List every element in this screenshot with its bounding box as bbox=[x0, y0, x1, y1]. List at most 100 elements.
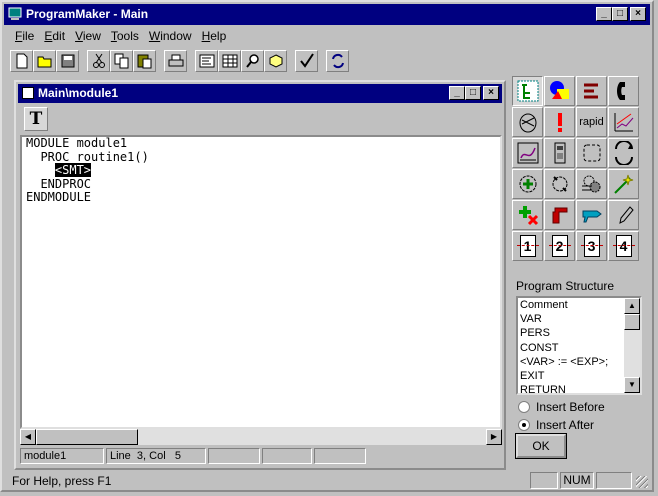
tree-icon[interactable] bbox=[512, 76, 543, 106]
code-editor[interactable]: MODULE module1 PROC routine1() <SMT> END… bbox=[20, 135, 502, 429]
selected-placeholder[interactable]: <SMT> bbox=[54, 163, 92, 177]
slot-2-label: 2 bbox=[548, 235, 571, 257]
print-icon[interactable] bbox=[164, 49, 187, 72]
paste-icon[interactable] bbox=[133, 49, 156, 72]
maximize-button[interactable]: □ bbox=[612, 7, 628, 21]
module-window-title: Main\module1 bbox=[38, 86, 119, 100]
gears-icon[interactable] bbox=[576, 169, 607, 199]
scroll-up-button[interactable]: ▲ bbox=[624, 298, 640, 314]
code-line-3-indent bbox=[26, 163, 55, 177]
exclamation-icon[interactable] bbox=[544, 107, 575, 137]
insert-before-radio[interactable]: Insert Before bbox=[518, 400, 605, 414]
resize-grip[interactable] bbox=[636, 476, 648, 488]
minimize-button[interactable]: _ bbox=[596, 7, 612, 21]
device-icon[interactable] bbox=[544, 138, 575, 168]
module-maximize-button[interactable]: □ bbox=[465, 86, 481, 100]
list-scroll-thumb[interactable] bbox=[624, 314, 640, 330]
instruction-button-grid: rapid 1 2 3 4 bbox=[512, 76, 640, 262]
code-text[interactable]: MODULE module1 PROC routine1() <SMT> END… bbox=[26, 136, 149, 205]
program-structure-list[interactable]: Comment VAR PERS CONST <VAR> := <EXP>; E… bbox=[516, 296, 642, 395]
list-item[interactable]: PERS bbox=[518, 326, 640, 340]
copy-icon[interactable] bbox=[110, 49, 133, 72]
object-icon[interactable] bbox=[264, 49, 287, 72]
status-cell-empty-2 bbox=[262, 448, 312, 464]
slot-1-button[interactable]: 1 bbox=[512, 231, 543, 261]
robot-arm-icon[interactable] bbox=[544, 200, 575, 230]
scroll-down-button[interactable]: ▼ bbox=[624, 377, 640, 393]
form-view-icon[interactable] bbox=[195, 49, 218, 72]
sync-icon[interactable] bbox=[326, 49, 349, 72]
insert-after-radio[interactable]: Insert After bbox=[518, 418, 594, 432]
menu-window[interactable]: Window bbox=[144, 28, 197, 44]
menu-bar: File Edit View Tools Window Help bbox=[10, 28, 231, 44]
refresh-icon[interactable] bbox=[608, 138, 639, 168]
slot-4-button[interactable]: 4 bbox=[608, 231, 639, 261]
close-button[interactable]: × bbox=[630, 7, 646, 21]
selection-icon[interactable] bbox=[576, 138, 607, 168]
status-cell-empty-3 bbox=[314, 448, 366, 464]
code-line-4: ENDPROC bbox=[26, 176, 92, 191]
horizontal-scrollbar[interactable]: ◀ ▶ bbox=[20, 429, 502, 445]
add-remove-icon[interactable] bbox=[512, 200, 543, 230]
instruction-palette-panel: rapid 1 2 3 4 Program Structure Comment … bbox=[510, 76, 648, 466]
status-bar: For Help, press F1 NUM bbox=[4, 472, 650, 490]
list-item[interactable]: RETURN bbox=[518, 383, 640, 393]
text-tool-button[interactable]: T bbox=[24, 107, 48, 131]
call-icon[interactable] bbox=[608, 76, 639, 106]
shapes-icon[interactable] bbox=[544, 76, 575, 106]
graph-icon[interactable] bbox=[608, 107, 639, 137]
new-icon[interactable] bbox=[10, 49, 33, 72]
cursor-position-cell: Line 3, Col 5 bbox=[106, 448, 206, 464]
insert-before-radio-circle[interactable] bbox=[518, 401, 530, 413]
insert-before-label: Insert Before bbox=[536, 400, 605, 414]
rapid-button[interactable]: rapid bbox=[576, 107, 607, 137]
status-pane-empty-2 bbox=[596, 472, 632, 489]
insert-after-label: Insert After bbox=[536, 418, 595, 432]
code-line-1: MODULE module1 bbox=[26, 136, 128, 150]
drill-icon[interactable] bbox=[576, 200, 607, 230]
save-icon[interactable] bbox=[56, 49, 79, 72]
insert-after-radio-circle[interactable] bbox=[518, 419, 530, 431]
module-minimize-button[interactable]: _ bbox=[449, 86, 465, 100]
slot-3-button[interactable]: 3 bbox=[576, 231, 607, 261]
menu-view[interactable]: View bbox=[70, 28, 106, 44]
module-name-cell: module1 bbox=[20, 448, 104, 464]
scroll-left-button[interactable]: ◀ bbox=[20, 429, 36, 445]
pencil-icon[interactable] bbox=[608, 200, 639, 230]
table-view-icon[interactable] bbox=[218, 49, 241, 72]
list-item[interactable]: VAR bbox=[518, 312, 640, 326]
slot-4-label: 4 bbox=[612, 235, 635, 257]
menu-help[interactable]: Help bbox=[197, 28, 232, 44]
scroll-thumb[interactable] bbox=[36, 429, 138, 445]
slot-1-label: 1 bbox=[516, 235, 539, 257]
ok-button[interactable]: OK bbox=[515, 433, 567, 459]
list-item[interactable]: EXIT bbox=[518, 369, 640, 383]
menu-tools[interactable]: Tools bbox=[106, 28, 144, 44]
list-item[interactable]: CONST bbox=[518, 341, 640, 355]
find-icon[interactable] bbox=[241, 49, 264, 72]
slot-3-label: 3 bbox=[580, 235, 603, 257]
title-bar[interactable]: ProgramMaker - Main _ □ × bbox=[4, 4, 650, 25]
list-item[interactable]: <VAR> := <EXP>; bbox=[518, 355, 640, 369]
list-item[interactable]: Comment bbox=[518, 298, 640, 312]
curve-icon[interactable] bbox=[512, 138, 543, 168]
scroll-right-button[interactable]: ▶ bbox=[486, 429, 502, 445]
app-title: ProgramMaker - Main bbox=[26, 7, 149, 21]
list-vertical-scrollbar[interactable]: ▲ ▼ bbox=[624, 298, 640, 393]
programmaker-window: ProgramMaker - Main _ □ × File Edit View… bbox=[0, 0, 654, 492]
slot-2-button[interactable]: 2 bbox=[544, 231, 575, 261]
menu-edit[interactable]: Edit bbox=[39, 28, 70, 44]
code-line-2: PROC routine1() bbox=[26, 149, 149, 164]
check-icon[interactable] bbox=[295, 49, 318, 72]
module-close-button[interactable]: × bbox=[483, 86, 499, 100]
align-icon[interactable] bbox=[576, 76, 607, 106]
open-icon[interactable] bbox=[33, 49, 56, 72]
gear-refresh-icon[interactable] bbox=[544, 169, 575, 199]
sparkle-icon[interactable] bbox=[608, 169, 639, 199]
document-icon bbox=[22, 87, 34, 99]
cut-icon[interactable] bbox=[87, 49, 110, 72]
mouse-icon[interactable] bbox=[512, 107, 543, 137]
module-window-title-bar[interactable]: Main\module1 _ □ × bbox=[18, 84, 502, 103]
menu-file[interactable]: File bbox=[10, 28, 39, 44]
plus-gear-icon[interactable] bbox=[512, 169, 543, 199]
